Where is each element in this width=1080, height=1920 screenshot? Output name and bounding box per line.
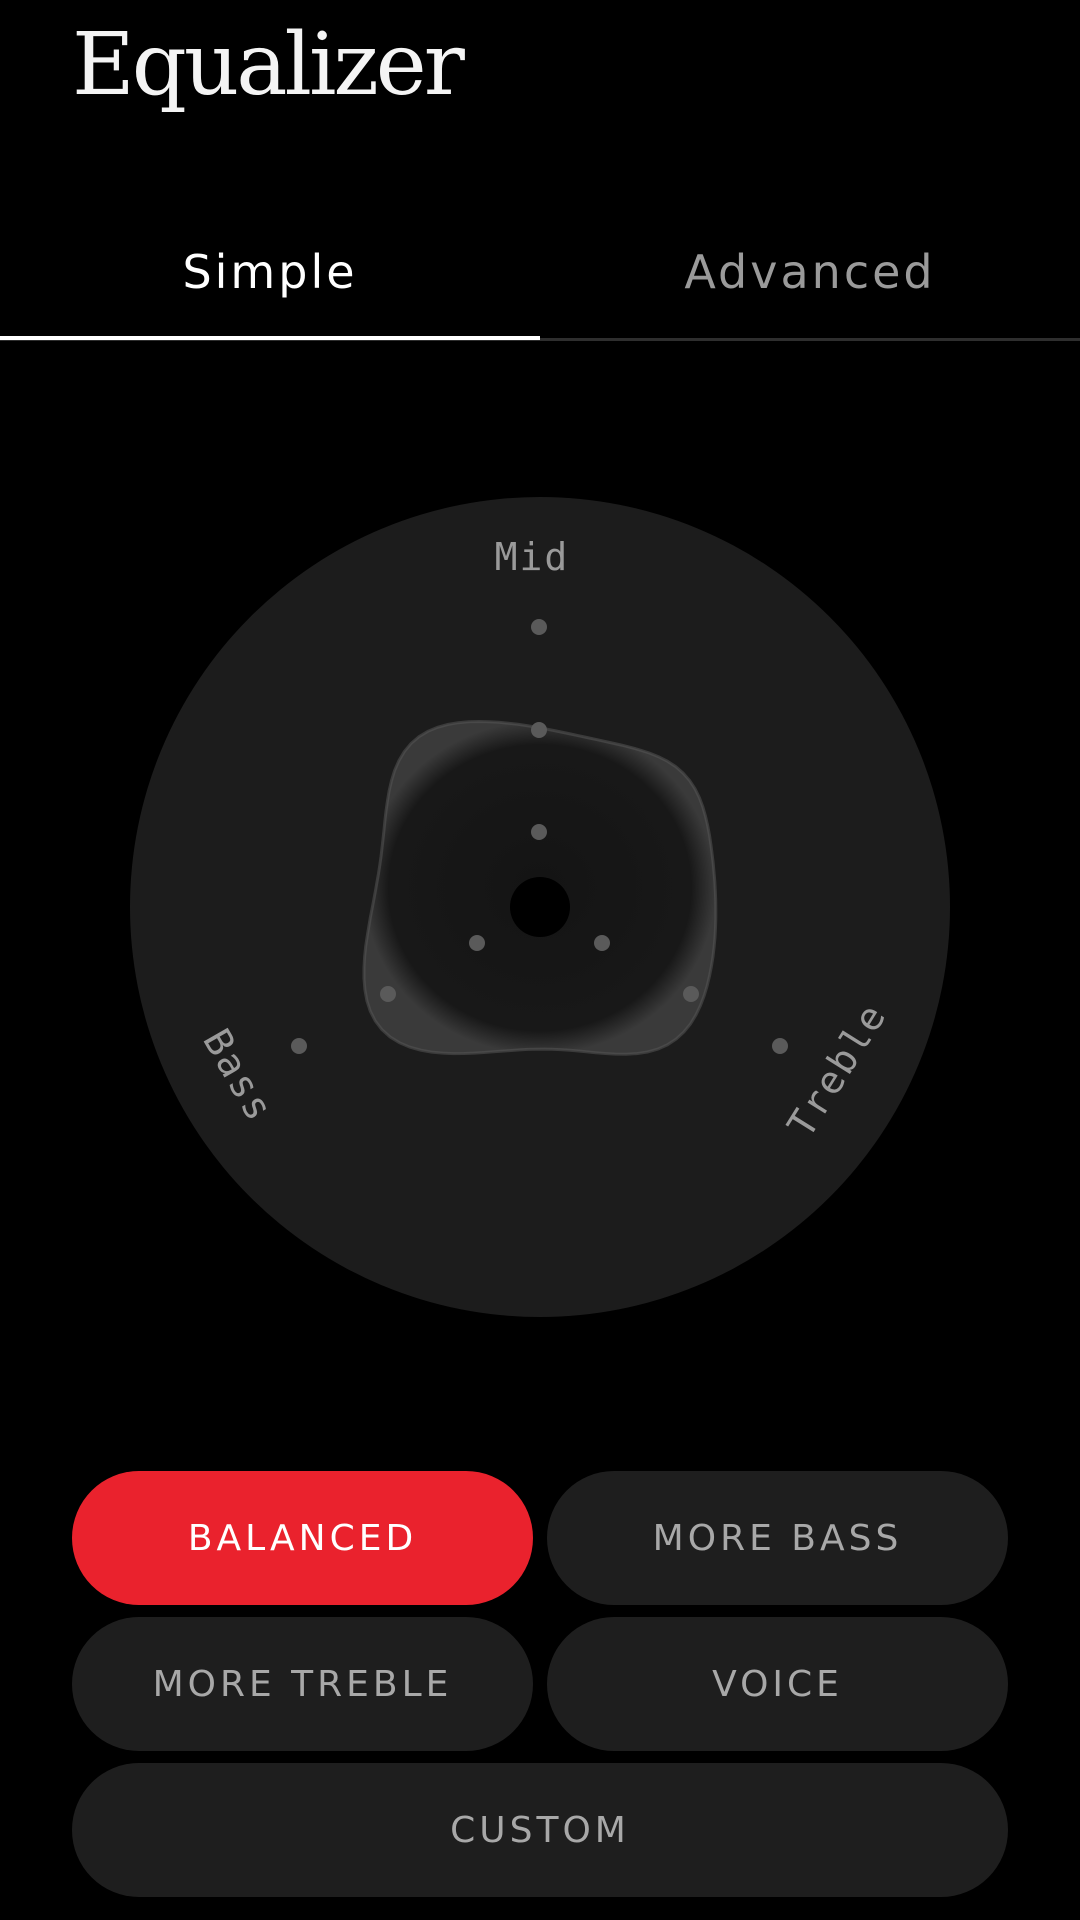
treble-marker-middle bbox=[683, 986, 699, 1002]
equalizer-dial-graphic: Mid Bass Treble bbox=[130, 497, 950, 1317]
tab-advanced[interactable]: Advanced bbox=[540, 225, 1080, 341]
preset-voice-button[interactable]: VOICE bbox=[547, 1617, 1008, 1751]
preset-more-bass-button[interactable]: MORE BASS bbox=[547, 1471, 1008, 1605]
preset-balanced-button[interactable]: BALANCED bbox=[72, 1471, 533, 1605]
bass-marker-outer bbox=[291, 1038, 307, 1054]
equalizer-dial[interactable]: Mid Bass Treble bbox=[130, 497, 950, 1317]
dial-center bbox=[510, 877, 570, 937]
bass-marker-inner bbox=[469, 935, 485, 951]
tab-bar: Simple Advanced bbox=[0, 225, 1080, 341]
mid-marker-inner bbox=[531, 824, 547, 840]
tab-simple[interactable]: Simple bbox=[0, 225, 540, 341]
treble-marker-inner bbox=[594, 935, 610, 951]
page-title: Equalizer bbox=[72, 15, 465, 115]
treble-marker-outer bbox=[772, 1038, 788, 1054]
bass-marker-middle bbox=[380, 986, 396, 1002]
preset-more-treble-button[interactable]: MORE TREBLE bbox=[72, 1617, 533, 1751]
mid-label: Mid bbox=[495, 535, 570, 579]
mid-marker-outer bbox=[531, 619, 547, 635]
preset-custom-button[interactable]: CUSTOM bbox=[72, 1763, 1008, 1897]
mid-marker-middle bbox=[531, 722, 547, 738]
tab-active-indicator bbox=[0, 336, 540, 340]
